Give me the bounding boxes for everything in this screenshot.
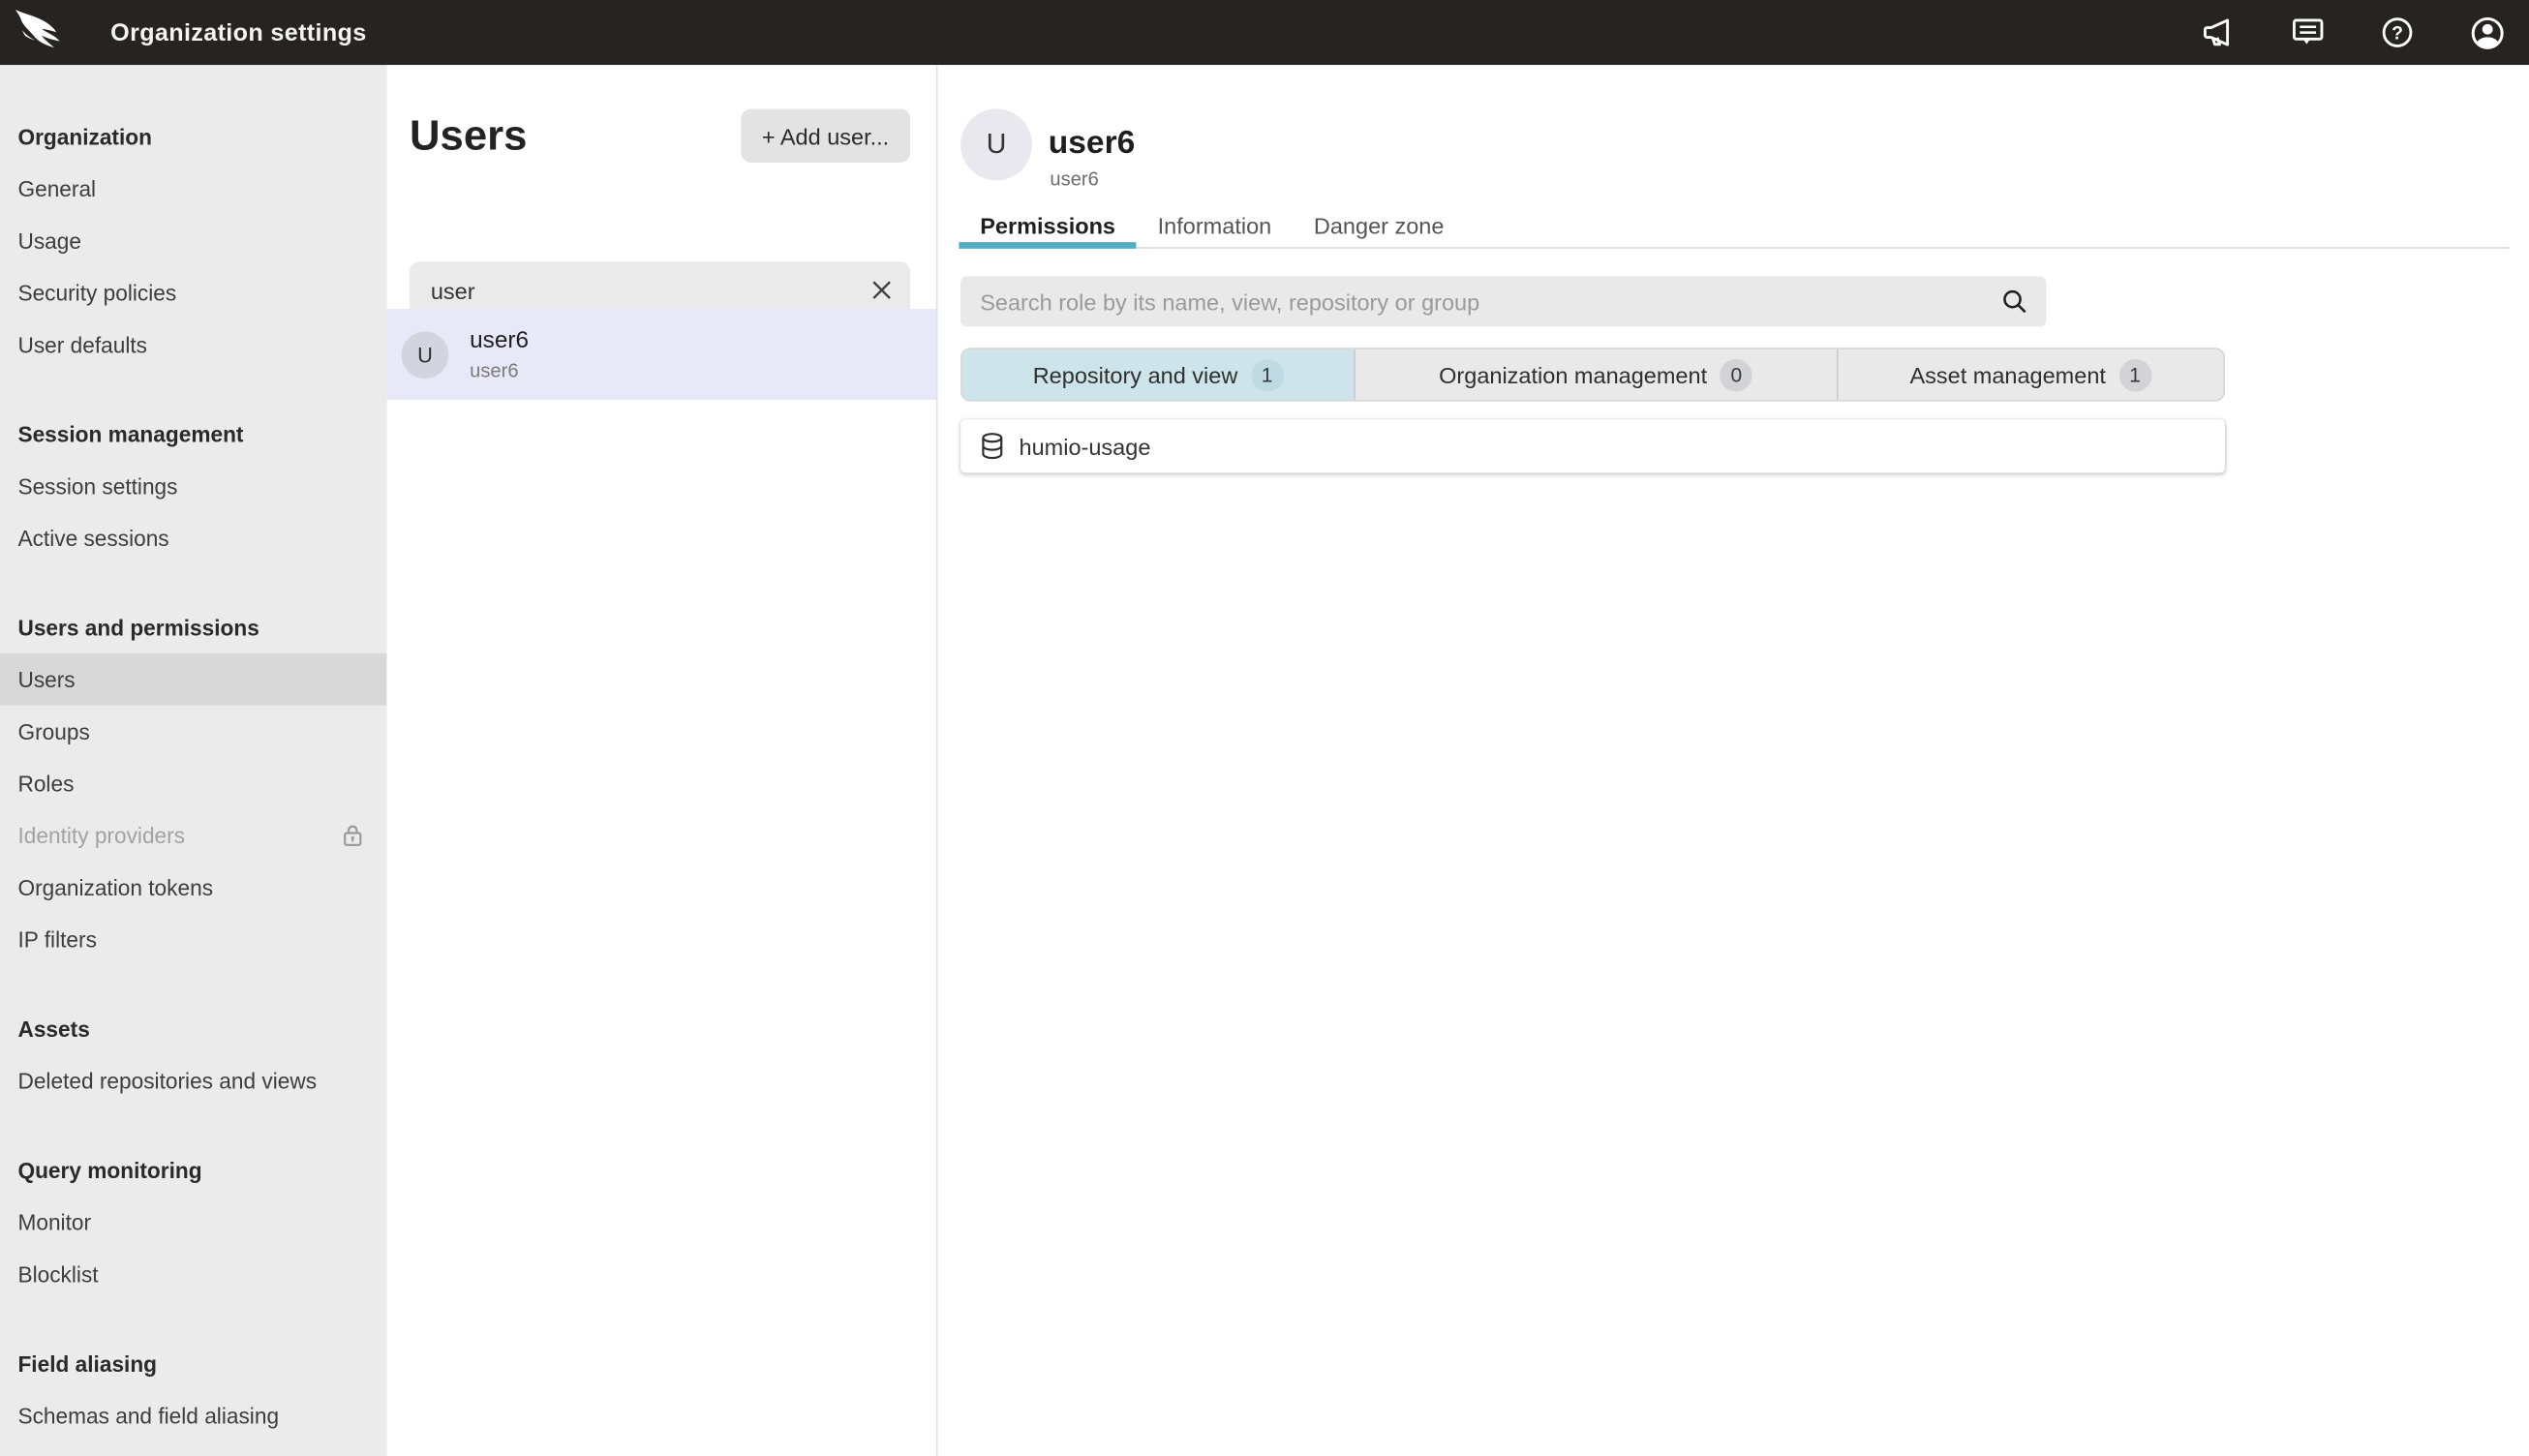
lock-icon	[340, 822, 366, 848]
search-icon	[2000, 288, 2028, 316]
settings-sidebar: Organization General Usage Security poli…	[0, 65, 387, 1456]
detail-user-title: user6	[1049, 125, 1136, 163]
clear-search-icon[interactable]	[860, 269, 902, 312]
segment-repository-and-view[interactable]: Repository and view 1	[962, 349, 1355, 400]
top-bar: Organization settings ?	[0, 0, 2529, 65]
sidebar-item-deleted-repositories[interactable]: Deleted repositories and views	[0, 1054, 387, 1107]
chat-icon[interactable]	[2287, 12, 2330, 54]
announcements-icon[interactable]	[2198, 12, 2240, 54]
user-avatar-icon[interactable]	[2466, 11, 2510, 54]
repository-view-count-badge: 1	[1251, 358, 1284, 391]
tab-information[interactable]: Information	[1137, 205, 1293, 248]
user-item-name: user6	[470, 327, 529, 355]
users-panel-title: Users	[410, 110, 527, 161]
sidebar-item-security-policies[interactable]: Security policies	[0, 266, 387, 318]
sidebar-item-blocklist[interactable]: Blocklist	[0, 1248, 387, 1300]
sidebar-item-ip-filters[interactable]: IP filters	[0, 913, 387, 965]
sidebar-item-organization-tokens[interactable]: Organization tokens	[0, 862, 387, 914]
sidebar-section-query-monitoring: Query monitoring	[0, 1144, 387, 1197]
database-icon	[980, 433, 1004, 461]
sidebar-section-field-aliasing: Field aliasing	[0, 1338, 387, 1390]
detail-user-subtitle: user6	[1050, 167, 1098, 191]
role-search-input[interactable]	[960, 288, 2046, 315]
sidebar-item-identity-providers[interactable]: Identity providers	[0, 809, 387, 862]
sidebar-item-general[interactable]: General	[0, 163, 387, 215]
sidebar-section-assets: Assets	[0, 1003, 387, 1055]
organization-management-count-badge: 0	[1721, 358, 1753, 391]
sidebar-item-monitor[interactable]: Monitor	[0, 1196, 387, 1248]
sidebar-item-users[interactable]: Users	[0, 653, 387, 706]
segment-asset-management[interactable]: Asset management 1	[1836, 349, 2223, 400]
segment-organization-management[interactable]: Organization management 0	[1354, 349, 1836, 400]
user-list: U user6 user6	[387, 309, 936, 400]
permission-category-tabs: Repository and view 1 Organization manag…	[960, 348, 2225, 401]
page-title: Organization settings	[110, 18, 366, 46]
detail-user-avatar: U	[960, 108, 1032, 180]
sidebar-item-session-settings[interactable]: Session settings	[0, 460, 387, 512]
organization-settings-app: Organization settings ?	[0, 0, 2529, 1456]
user-initial-avatar: U	[402, 331, 449, 379]
detail-tabs: Permissions Information Danger zone	[959, 205, 2509, 249]
sidebar-item-roles[interactable]: Roles	[0, 757, 387, 809]
help-icon[interactable]: ?	[2376, 12, 2419, 54]
sidebar-item-usage[interactable]: Usage	[0, 215, 387, 267]
asset-management-count-badge: 1	[2118, 358, 2151, 391]
sidebar-section-users-and-permissions: Users and permissions	[0, 601, 387, 653]
svg-text:?: ?	[2392, 24, 2403, 45]
sidebar-item-active-sessions[interactable]: Active sessions	[0, 512, 387, 564]
role-search-box	[960, 276, 2046, 326]
add-user-button[interactable]: + Add user...	[741, 108, 910, 162]
user-item-subtitle: user6	[470, 358, 529, 381]
sidebar-item-schemas-field-aliasing[interactable]: Schemas and field aliasing	[0, 1389, 387, 1441]
users-list-panel: Users + Add user... Existing 1 Pending 0	[387, 65, 938, 1456]
repository-name: humio-usage	[1020, 433, 1151, 459]
sidebar-section-session-management: Session management	[0, 408, 387, 460]
tab-permissions[interactable]: Permissions	[959, 205, 1136, 248]
user-detail-panel: U user6 user6 Permissions Information Da…	[938, 65, 2529, 1456]
sidebar-section-organization: Organization	[0, 110, 387, 163]
sidebar-item-groups[interactable]: Groups	[0, 706, 387, 758]
repository-row-humio-usage[interactable]: humio-usage	[960, 419, 2225, 472]
tab-danger-zone[interactable]: Danger zone	[1293, 205, 1465, 248]
sidebar-item-user-defaults[interactable]: User defaults	[0, 318, 387, 371]
user-list-item-user6[interactable]: U user6 user6	[387, 309, 936, 400]
crowdstrike-falcon-logo-icon	[13, 8, 68, 56]
user-search-input[interactable]	[410, 277, 860, 303]
